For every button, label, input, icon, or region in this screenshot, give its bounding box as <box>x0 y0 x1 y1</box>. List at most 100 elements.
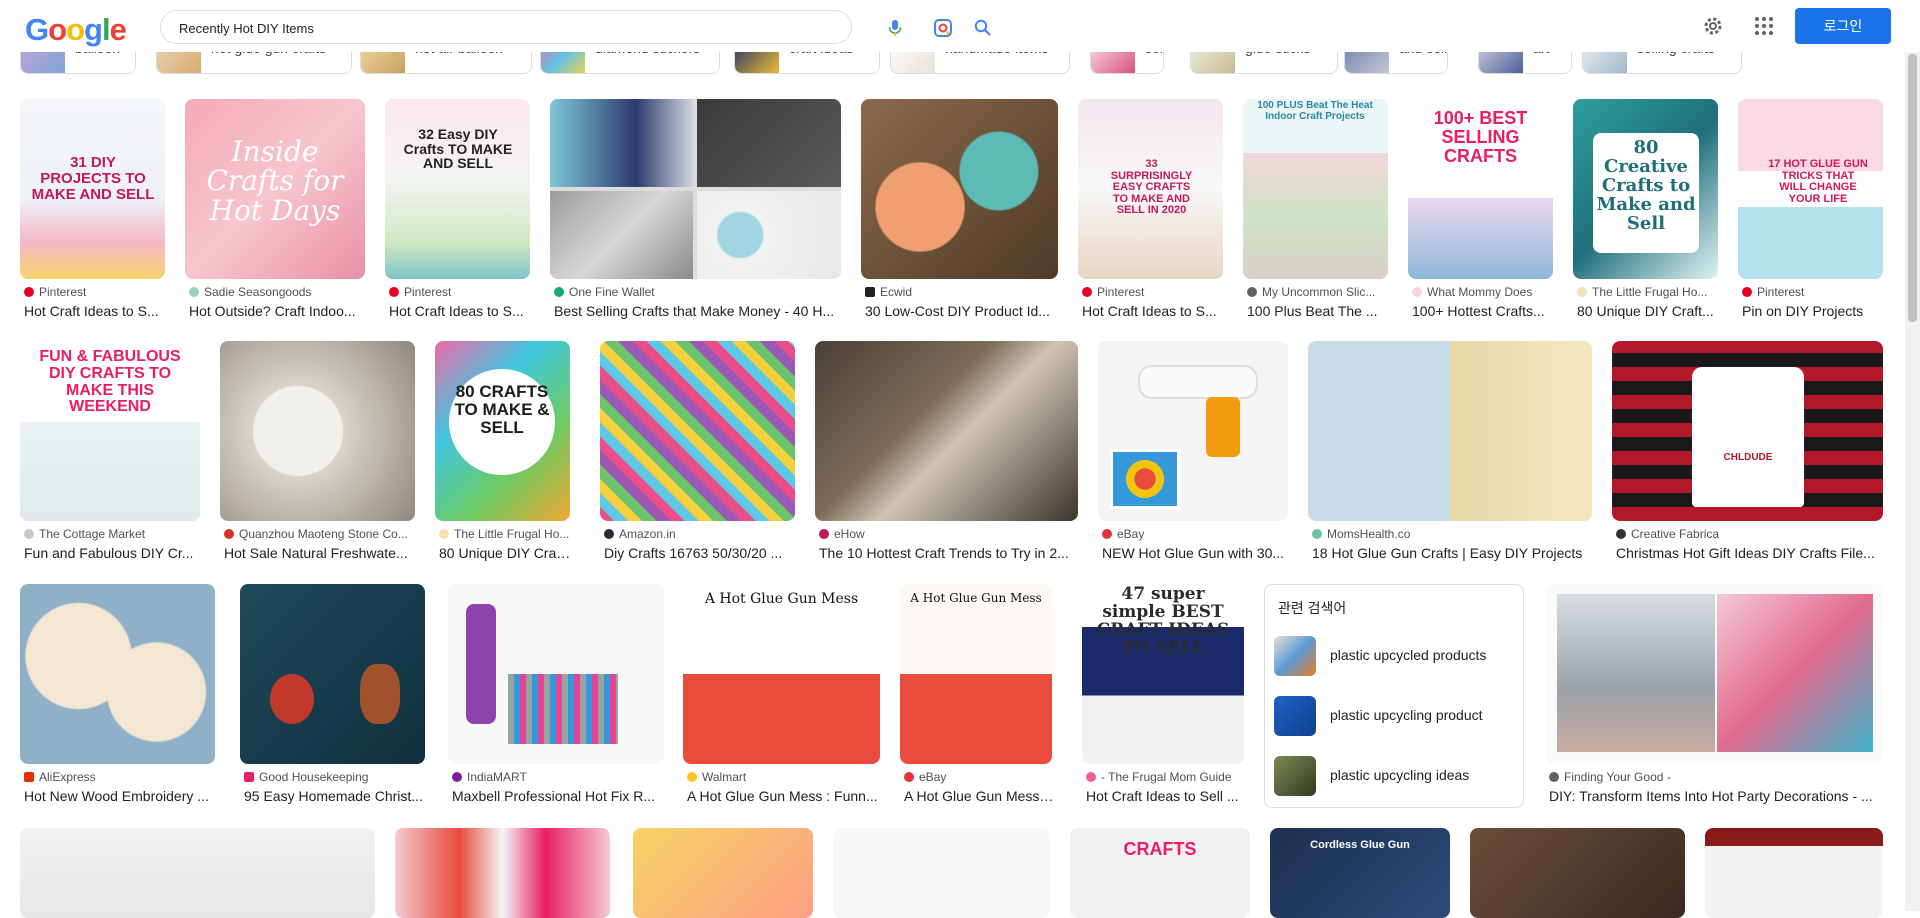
result-title[interactable]: Hot Craft Ideas to Sell ... <box>1086 788 1248 804</box>
result-source[interactable]: Pinterest <box>1742 285 1887 299</box>
result-source[interactable]: Ecwid <box>865 285 1062 299</box>
result-title[interactable]: 80 Unique DIY Craft... <box>1577 303 1722 319</box>
related-search-item[interactable]: plastic upcycling product <box>1274 693 1514 739</box>
top-bar: Google 로그인 <box>0 0 1920 52</box>
result-title[interactable]: Pin on DIY Projects <box>1742 303 1887 319</box>
result-image[interactable] <box>550 99 841 279</box>
scrollbar-thumb[interactable] <box>1908 54 1917 322</box>
result-source[interactable]: One Fine Wallet <box>554 285 845 299</box>
gear-icon[interactable] <box>1701 14 1725 38</box>
result-image[interactable] <box>633 828 813 918</box>
result-source[interactable]: eBay <box>1102 527 1292 541</box>
result-title[interactable]: Hot Outside? Craft Indoo... <box>189 303 369 319</box>
result-source[interactable]: Finding Your Good - <box>1549 770 1887 784</box>
result-title[interactable]: Maxbell Professional Hot Fix R... <box>452 788 668 804</box>
result-image[interactable] <box>833 828 1050 918</box>
result-source[interactable]: Walmart <box>687 770 884 784</box>
result-title[interactable]: A Hot Glue Gun Mess: ... <box>904 788 1056 804</box>
result-image[interactable]: A Hot Glue Gun Mess <box>900 584 1052 764</box>
result-source[interactable]: - The Frugal Mom Guide <box>1086 770 1248 784</box>
result-title[interactable]: 100+ Hottest Crafts... <box>1412 303 1557 319</box>
microphone-icon[interactable] <box>885 18 905 38</box>
result-image[interactable] <box>815 341 1078 521</box>
result-image[interactable]: 31 DIY PROJECTS TO MAKE AND SELL <box>20 99 165 279</box>
result-title[interactable]: A Hot Glue Gun Mess : Funn... <box>687 788 884 804</box>
result-title[interactable]: Hot New Wood Embroidery ... <box>24 788 219 804</box>
result-image[interactable]: Inside Crafts for Hot Days <box>185 99 365 279</box>
result-image[interactable] <box>220 341 415 521</box>
search-box[interactable] <box>160 10 991 44</box>
result-image[interactable] <box>1705 828 1883 918</box>
result-image[interactable]: CHLDUDE <box>1612 341 1883 521</box>
result-image[interactable] <box>600 341 795 521</box>
related-search-label: plastic upcycling ideas <box>1330 767 1470 783</box>
result-title[interactable]: 100 Plus Beat The ... <box>1247 303 1392 319</box>
result-source[interactable]: Quanzhou Maoteng Stone Co... <box>224 527 419 541</box>
result-title[interactable]: Hot Craft Ideas to S... <box>389 303 534 319</box>
result-image[interactable]: A Hot Glue Gun Mess <box>683 584 880 764</box>
result-image[interactable] <box>861 99 1058 279</box>
result-source[interactable]: The Cottage Market <box>24 527 204 541</box>
result-source[interactable]: Good Housekeeping <box>244 770 429 784</box>
result-title[interactable]: Hot Craft Ideas to S... <box>1082 303 1227 319</box>
result-image[interactable] <box>1545 584 1883 764</box>
result-image[interactable] <box>1098 341 1288 521</box>
result-title[interactable]: Best Selling Crafts that Make Money - 40… <box>554 303 845 319</box>
result-source[interactable]: My Uncommon Slic... <box>1247 285 1392 299</box>
result-image[interactable] <box>240 584 425 764</box>
result-title[interactable]: 30 Low-Cost DIY Product Id... <box>865 303 1062 319</box>
apps-grid-icon[interactable] <box>1752 14 1776 38</box>
lens-icon[interactable] <box>933 18 953 38</box>
result-image[interactable] <box>395 828 610 918</box>
result-source[interactable]: IndiaMART <box>452 770 668 784</box>
result-image[interactable]: 33 SURPRISINGLY EASY CRAFTS TO MAKE AND … <box>1078 99 1223 279</box>
result-title[interactable]: NEW Hot Glue Gun with 30... <box>1102 545 1292 561</box>
result-title[interactable]: Christmas Hot Gift Ideas DIY Crafts File… <box>1616 545 1887 561</box>
result-title[interactable]: DIY: Transform Items Into Hot Party Deco… <box>1549 788 1887 804</box>
search-input[interactable] <box>179 17 699 39</box>
login-button[interactable]: 로그인 <box>1795 8 1891 44</box>
result-image[interactable] <box>1470 828 1685 918</box>
result-title[interactable]: Diy Crafts 16763 50/30/20 ... <box>604 545 799 561</box>
result-source[interactable]: AliExpress <box>24 770 219 784</box>
result-title[interactable]: 95 Easy Homemade Christ... <box>244 788 429 804</box>
result-title[interactable]: Hot Sale Natural Freshwate... <box>224 545 419 561</box>
result-title[interactable]: 80 Unique DIY Craft... <box>439 545 574 561</box>
result-image[interactable]: 80 Creative Crafts to Make and Sell <box>1573 99 1718 279</box>
result-image[interactable]: 32 Easy DIY Crafts TO MAKE AND SELL <box>385 99 530 279</box>
result-image[interactable]: 80 CRAFTS TO MAKE & SELL <box>435 341 570 521</box>
result-title[interactable]: Fun and Fabulous DIY Cr... <box>24 545 204 561</box>
search-icon[interactable] <box>973 18 993 38</box>
image-caption: 47 super simple BEST CRAFT IDEAS TO SELL <box>1096 584 1230 658</box>
result-source[interactable]: Pinterest <box>389 285 534 299</box>
result-source[interactable]: The Little Frugal Ho... <box>439 527 574 541</box>
result-image[interactable] <box>20 584 215 764</box>
result-source[interactable]: Sadie Seasongoods <box>189 285 369 299</box>
result-source[interactable]: eHow <box>819 527 1082 541</box>
result-source[interactable]: What Mommy Does <box>1412 285 1557 299</box>
result-image[interactable]: CRAFTS <box>1070 828 1250 918</box>
result-image[interactable] <box>20 828 375 918</box>
result-image[interactable]: Cordless Glue Gun <box>1270 828 1450 918</box>
result-image[interactable]: FUN & FABULOUS DIY CRAFTS TO MAKE THIS W… <box>20 341 200 521</box>
result-image[interactable]: 100 PLUS Beat The Heat Indoor Craft Proj… <box>1243 99 1388 279</box>
result-source[interactable]: Amazon.in <box>604 527 799 541</box>
result-source[interactable]: MomsHealth.co <box>1312 527 1596 541</box>
result-image[interactable] <box>448 584 664 764</box>
related-search-item[interactable]: plastic upcycling ideas <box>1274 753 1514 799</box>
result-image[interactable]: 47 super simple BEST CRAFT IDEAS TO SELL <box>1082 584 1244 764</box>
result-source[interactable]: Creative Fabrica <box>1616 527 1887 541</box>
result-title[interactable]: Hot Craft Ideas to S... <box>24 303 169 319</box>
result-source[interactable]: The Little Frugal Ho... <box>1577 285 1722 299</box>
related-search-item[interactable]: plastic upcycled products <box>1274 633 1514 679</box>
result-image[interactable]: 100+ BEST SELLING CRAFTS <box>1408 99 1553 279</box>
result-source[interactable]: Pinterest <box>24 285 169 299</box>
result-image[interactable] <box>1308 341 1592 521</box>
result-source[interactable]: Pinterest <box>1082 285 1227 299</box>
result-image[interactable]: 17 HOT GLUE GUN TRICKS THAT WILL CHANGE … <box>1738 99 1883 279</box>
site-favicon-icon <box>819 529 829 539</box>
result-source[interactable]: eBay <box>904 770 1056 784</box>
google-logo[interactable]: Google <box>25 12 127 48</box>
result-title[interactable]: The 10 Hottest Craft Trends to Try in 2.… <box>819 545 1082 561</box>
result-title[interactable]: 18 Hot Glue Gun Crafts | Easy DIY Projec… <box>1312 545 1596 561</box>
